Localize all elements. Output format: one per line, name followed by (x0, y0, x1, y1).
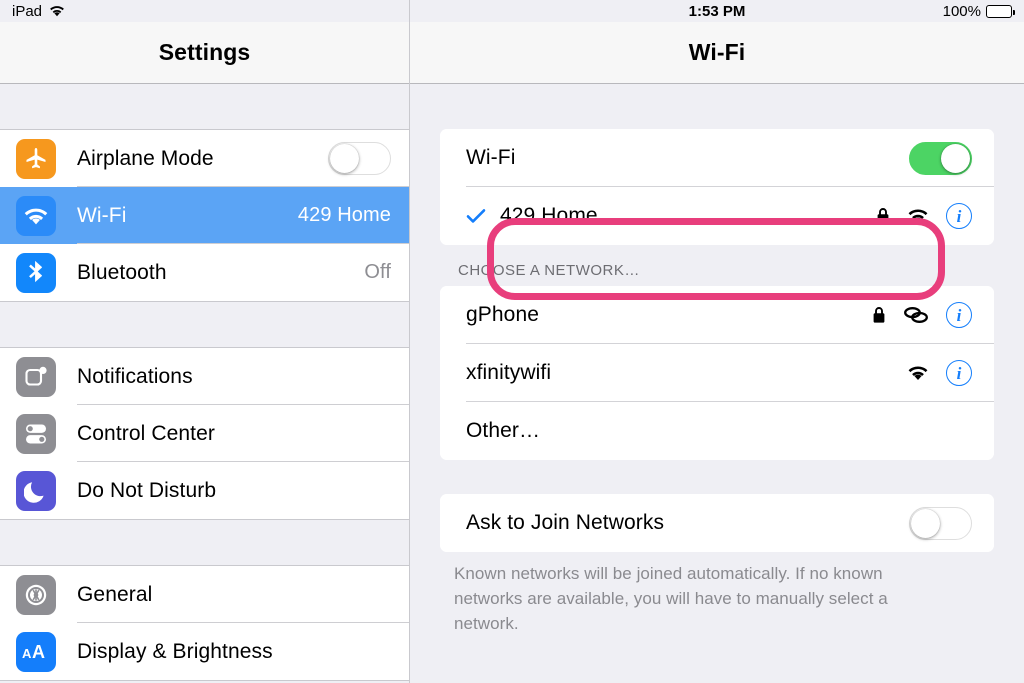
settings-sidebar: iPad Settings Airplane Mode Wi-Fi 429 Home… (0, 0, 410, 683)
battery-percent-label: 100% (942, 2, 981, 20)
other-network-label: Other… (466, 419, 541, 442)
sidebar-item-label: Display & Brightness (77, 639, 273, 663)
control-center-icon (16, 413, 56, 454)
sidebar-item-label: Bluetooth (77, 260, 167, 284)
airplane-mode-toggle[interactable] (328, 142, 391, 175)
battery-full-icon (986, 4, 1015, 18)
sidebar-item-value: 429 Home (297, 204, 391, 226)
sidebar-item-display-brightness[interactable]: A A Display & Brightness (0, 623, 409, 680)
sidebar-item-label: General (77, 582, 153, 606)
bluetooth-icon (16, 252, 56, 293)
sidebar-item-control-center[interactable]: Control Center (0, 405, 409, 462)
connected-network-name: 429 Home (500, 204, 598, 227)
detail-status-bar: 1:53 PM 100% (410, 0, 1024, 22)
network-info-button[interactable]: i (946, 302, 972, 328)
gear-icon (16, 574, 56, 615)
choose-network-header: CHOOSE A NETWORK… (458, 262, 640, 279)
sidebar-item-airplane-mode[interactable]: Airplane Mode (0, 130, 409, 187)
ask-to-join-footnote: Known networks will be joined automatica… (454, 564, 888, 633)
ask-to-join-label: Ask to Join Networks (466, 511, 665, 534)
network-row-xfinitywifi[interactable]: xfinitywifi i (440, 344, 994, 402)
wifi-toggle-row[interactable]: Wi-Fi (440, 129, 994, 187)
network-info-button[interactable]: i (946, 203, 972, 229)
checkmark-icon (466, 208, 488, 224)
lock-icon (876, 207, 890, 225)
wifi-detail-pane: 1:53 PM 100% Wi-Fi Wi-Fi 429 Home i CHOO… (410, 0, 1024, 683)
svg-text:A: A (22, 646, 32, 661)
sidebar-group: General A A Display & Brightness (0, 565, 409, 681)
detail-navbar: Wi-Fi (410, 22, 1024, 84)
network-accessories: i (872, 302, 972, 328)
page-title: Settings (158, 39, 251, 65)
network-name: xfinitywifi (466, 361, 552, 384)
sidebar-navbar: Settings (0, 22, 409, 84)
sidebar-item-notifications[interactable]: Notifications (0, 348, 409, 405)
lock-icon (872, 306, 886, 324)
text-size-icon: AA (16, 631, 56, 672)
device-label: iPad (12, 2, 43, 20)
wifi-icon (907, 365, 929, 381)
ask-to-join-row[interactable]: Ask to Join Networks (440, 494, 994, 552)
sidebar-item-general[interactable]: General (0, 566, 409, 623)
network-row-other[interactable]: Other… (440, 402, 994, 460)
sidebar-item-bluetooth[interactable]: Bluetooth Off (0, 244, 409, 301)
sidebar-gap-top (0, 84, 409, 129)
connected-network-row[interactable]: 429 Home i (440, 187, 994, 245)
sidebar-item-value: Off (364, 261, 391, 283)
sidebar-group: Airplane Mode Wi-Fi 429 Home Bluetooth Off (0, 129, 409, 302)
battery-status: 100% (942, 2, 1015, 20)
sidebar-item-label: Wi-Fi (77, 203, 127, 227)
wifi-icon (16, 195, 56, 236)
available-networks-card: gPhone i xfinitywifi i Other… (440, 286, 994, 460)
sidebar-item-wi-fi[interactable]: Wi-Fi 429 Home (0, 187, 409, 244)
wifi-status-card: Wi-Fi 429 Home i (440, 129, 994, 245)
wifi-icon (907, 208, 929, 224)
network-row-gphone[interactable]: gPhone i (440, 286, 994, 344)
sidebar-item-label: Notifications (77, 364, 193, 388)
notifications-icon (16, 356, 56, 397)
status-bar-left: iPad (12, 3, 65, 20)
sidebar-status-bar: iPad (0, 0, 409, 22)
sidebar-item-do-not-disturb[interactable]: Do Not Disturb (0, 462, 409, 519)
sidebar-gap (0, 520, 409, 565)
svg-text:A: A (32, 642, 45, 662)
personal-hotspot-icon (903, 306, 929, 324)
ask-to-join-card: Ask to Join Networks (440, 494, 994, 552)
network-accessories: i (907, 360, 972, 386)
network-name: gPhone (466, 303, 540, 326)
sidebar-group-list: Airplane Mode Wi-Fi 429 Home Bluetooth Off No… (0, 129, 409, 681)
wifi-toggle-label: Wi-Fi (466, 146, 516, 169)
sidebar-item-label: Do Not Disturb (77, 478, 217, 502)
moon-icon (16, 470, 56, 511)
detail-title: Wi-Fi (688, 39, 746, 65)
network-info-button[interactable]: i (946, 360, 972, 386)
wifi-icon (49, 5, 65, 17)
detail-gap-top (410, 84, 1024, 129)
clock: 1:53 PM (688, 2, 746, 20)
sidebar-item-label: Control Center (77, 421, 215, 445)
ask-to-join-toggle[interactable] (909, 506, 972, 540)
airplane-icon (16, 138, 56, 179)
sidebar-gap (0, 302, 409, 347)
wifi-toggle[interactable] (909, 141, 972, 175)
sidebar-group: Notifications Control Center Do Not Distur… (0, 347, 409, 520)
ipad-settings-screen: iPad Settings Airplane Mode Wi-Fi 429 Home… (0, 0, 1024, 683)
sidebar-item-label: Airplane Mode (77, 146, 214, 170)
connected-network-accessories: i (876, 203, 972, 229)
detail-gap-middle (410, 460, 1024, 494)
